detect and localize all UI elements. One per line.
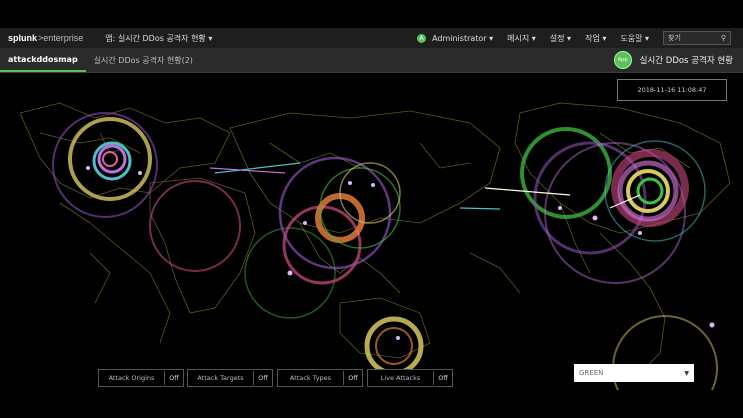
timestamp-display: 2018-11-16 11:08:47: [617, 79, 727, 101]
attack-point: [348, 181, 352, 185]
attack-ring: [68, 117, 152, 201]
attack-point: [709, 322, 715, 328]
help-menu[interactable]: 도움말 ▾: [620, 33, 649, 44]
toggle-state[interactable]: Off: [343, 371, 362, 385]
toggle-label: Attack Targets: [197, 374, 244, 382]
chevron-down-icon: ▼: [684, 369, 689, 377]
activity-menu[interactable]: 작업 ▾: [585, 33, 606, 44]
splunk-logo[interactable]: splunk>enterprise: [8, 33, 83, 43]
attack-lines: [209, 162, 641, 210]
toggle-attack-targets[interactable]: Attack Targets Off: [187, 369, 273, 387]
color-select-value: GREEN: [579, 369, 604, 377]
attack-ring: [149, 180, 241, 272]
app-menu[interactable]: 앱: 실시간 DDos 공격자 현황 ▾: [105, 33, 212, 44]
attack-point: [303, 221, 307, 225]
messages-menu[interactable]: 메시지 ▾: [507, 33, 536, 44]
user-avatar-icon: A: [417, 33, 427, 43]
toggle-label: Live Attacks: [380, 374, 421, 382]
attack-map[interactable]: [0, 73, 743, 390]
logo-suffix: >enterprise: [38, 33, 84, 43]
app-title: App 실시간 DDos 공격자 현황: [613, 51, 733, 69]
attack-line: [459, 207, 501, 210]
toggle-label: Attack Types: [289, 374, 332, 382]
settings-menu[interactable]: 설정 ▾: [550, 33, 571, 44]
top-navbar: splunk>enterprise 앱: 실시간 DDos 공격자 현황 ▾ A…: [0, 28, 743, 48]
dashboard-title: 실시간 DDos 공격자 현황: [639, 56, 733, 66]
attack-ring: [278, 156, 392, 270]
toggle-label: Attack Origins: [108, 374, 155, 382]
search-placeholder: 찾기: [668, 34, 681, 42]
attack-ring: [102, 151, 118, 167]
search-icon: ⚲: [720, 34, 726, 42]
attack-point: [396, 336, 400, 340]
toggle-state[interactable]: Off: [433, 371, 452, 385]
user-menu[interactable]: A Administrator ▾: [417, 33, 494, 43]
attack-point: [138, 171, 142, 175]
attack-point: [371, 183, 375, 187]
attack-point: [592, 215, 598, 221]
toggle-attack-types[interactable]: Attack Types Off: [277, 369, 363, 387]
attack-ring: [375, 327, 413, 365]
attack-ring: [636, 177, 664, 205]
toggle-attack-origins[interactable]: Attack Origins Off: [98, 369, 184, 387]
app-badge-icon: App: [613, 51, 632, 69]
tab-ddos-status-2[interactable]: 실시간 DDos 공격자 현황(2): [86, 48, 201, 72]
search-input[interactable]: 찾기 ⚲: [663, 31, 731, 45]
tab-attackddosmap[interactable]: attackddosmap: [0, 48, 86, 72]
logo-text: splunk: [8, 33, 38, 43]
app-bar: attackddosmap 실시간 DDos 공격자 현황(2) App 실시간…: [0, 48, 743, 73]
toggle-state[interactable]: Off: [253, 371, 272, 385]
toggle-live-attacks[interactable]: Live Attacks Off: [367, 369, 453, 387]
attack-point: [558, 206, 562, 210]
user-name: Administrator ▾: [432, 33, 494, 43]
attack-rings: [52, 112, 718, 390]
color-select[interactable]: GREEN ▼: [574, 364, 694, 382]
attack-point: [287, 270, 293, 276]
attack-point: [86, 166, 90, 170]
attack-point: [638, 231, 642, 235]
toggle-state[interactable]: Off: [164, 371, 183, 385]
